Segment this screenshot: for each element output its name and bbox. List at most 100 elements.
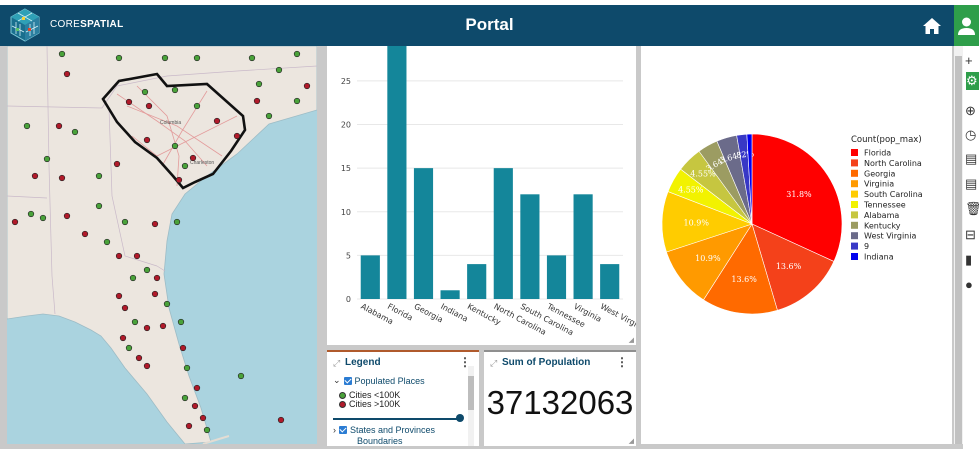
city-marker[interactable] [183,364,191,372]
city-marker[interactable] [303,82,311,90]
user-button[interactable] [954,5,979,46]
bar[interactable] [467,264,487,299]
city-marker[interactable] [131,318,139,326]
city-marker[interactable] [11,218,19,226]
city-marker[interactable] [189,154,197,162]
corespatial-logo[interactable] [8,8,42,42]
city-marker[interactable] [171,142,179,150]
chevron-right-icon[interactable]: › [333,425,336,435]
plus-icon[interactable]: + [965,52,979,70]
pie-legend-label[interactable]: 9 [864,242,869,251]
bar[interactable] [600,264,620,299]
pie-legend-label[interactable]: Kentucky [864,221,901,230]
city-marker[interactable] [293,50,301,58]
bar[interactable] [413,168,434,299]
city-marker[interactable] [193,54,201,62]
bar[interactable] [546,255,567,299]
city-marker[interactable] [58,50,66,58]
city-marker[interactable] [237,372,245,380]
city-marker[interactable] [293,97,301,105]
city-marker[interactable] [193,384,201,392]
city-marker[interactable] [181,162,189,170]
bar[interactable] [387,46,407,299]
pie-legend-label[interactable]: Tennessee [863,201,906,210]
city-marker[interactable] [125,98,133,106]
pie-legend-label[interactable]: West Virginia [864,232,916,241]
trash-icon[interactable]: 🗑 [965,200,979,218]
city-marker[interactable] [43,155,51,163]
bar[interactable] [573,194,593,299]
map-panel[interactable]: Columbia Charleston [6,45,318,445]
city-marker[interactable] [253,97,261,105]
bar[interactable] [520,194,540,299]
city-marker[interactable] [177,318,185,326]
city-marker[interactable] [277,416,285,424]
clock-icon[interactable]: ◷ [965,126,979,144]
pie-legend-label[interactable]: Florida [864,149,891,158]
city-marker[interactable] [115,252,123,260]
city-marker[interactable] [71,128,79,136]
bar[interactable] [360,255,380,299]
city-marker[interactable] [121,304,129,312]
settings-icon[interactable]: ⚙ [966,72,979,90]
city-marker[interactable] [248,54,256,62]
bar-chart-panel[interactable]: 0 5 10 15 20 25 Alabama Florida Georgia Indiana Ke… [327,46,649,345]
city-marker[interactable] [39,214,47,222]
save-icon[interactable]: ▤ [965,150,979,168]
city-marker[interactable] [125,344,133,352]
city-marker[interactable] [199,414,207,422]
save-as-icon[interactable]: ▤ [965,175,979,193]
city-marker[interactable] [23,122,31,130]
pie-legend-label[interactable]: Indiana [864,253,894,262]
city-marker[interactable] [121,218,129,226]
city-marker[interactable] [119,334,127,342]
city-marker[interactable] [27,210,35,218]
opacity-slider[interactable] [333,418,461,420]
pie-legend-label[interactable]: South Carolina [864,190,923,199]
expand-icon[interactable]: ⤢ [333,358,340,369]
city-marker[interactable] [171,86,179,94]
map-view[interactable]: Columbia Charleston [6,45,318,445]
bookmark-icon[interactable]: ▮ [965,251,979,269]
city-marker[interactable] [143,324,151,332]
layer-checkbox[interactable] [343,376,352,385]
city-marker[interactable] [31,172,39,180]
home-icon[interactable] [922,16,942,36]
city-marker[interactable] [173,218,181,226]
city-marker[interactable] [143,362,151,370]
pie-legend-label[interactable]: North Carolina [864,159,922,168]
city-marker[interactable] [159,322,167,330]
city-marker[interactable] [213,117,221,125]
layer-state-boundaries[interactable]: › States and Provinces [333,425,435,435]
layer-checkbox[interactable] [339,426,347,434]
city-marker[interactable] [115,54,123,62]
city-marker[interactable] [58,174,66,182]
page-scrollbar[interactable] [954,46,963,444]
pie-legend-label[interactable]: Virginia [864,180,894,189]
city-marker[interactable] [175,176,183,184]
city-marker[interactable] [255,80,263,88]
opacity-slider-handle[interactable] [456,414,464,422]
city-marker[interactable] [275,66,283,74]
city-marker[interactable] [143,136,151,144]
legend-scrollbar[interactable] [468,366,474,446]
city-marker[interactable] [55,122,63,130]
city-marker[interactable] [265,112,273,120]
city-marker[interactable] [181,394,189,402]
city-marker[interactable] [115,292,123,300]
city-marker[interactable] [133,252,141,260]
city-marker[interactable] [151,220,159,228]
city-marker[interactable] [203,426,211,434]
city-marker[interactable] [179,344,187,352]
city-marker[interactable] [191,402,199,410]
resize-handle[interactable]: ◢ [629,336,634,344]
chevron-down-icon[interactable]: ⌄ [333,375,341,386]
city-marker[interactable] [95,202,103,210]
city-marker[interactable] [103,238,111,246]
export-icon[interactable]: ⊟ [965,226,979,244]
resize-handle[interactable]: ◢ [629,437,634,445]
city-marker[interactable] [161,54,169,62]
info-icon[interactable]: ● [965,276,979,294]
expand-icon[interactable]: ⤢ [490,358,497,369]
city-marker[interactable] [185,422,193,430]
